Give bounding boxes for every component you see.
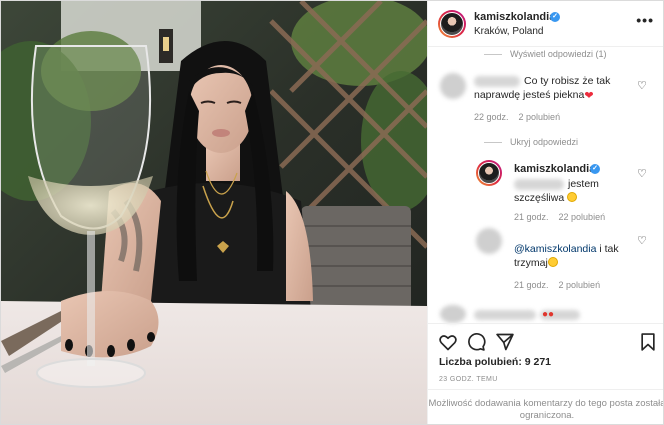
post-location[interactable]: Kraków, Poland <box>474 26 544 37</box>
mention-link[interactable]: @kamiszkolandia <box>514 243 596 255</box>
reply-text-line2-text: szczęśliwa <box>514 192 565 204</box>
instagram-post-window: kamiszkolandia ✓ Kraków, Poland ••• Wyśw… <box>0 0 664 425</box>
comments-restricted-notice: Możliwość dodawania komentarzy do tego p… <box>428 389 663 424</box>
red-heart-emoji-icon: ❤ <box>584 90 594 102</box>
comment-avatar[interactable] <box>440 305 466 323</box>
reply-text-line2: szczęśliwa <box>514 191 578 205</box>
divider-dash <box>484 54 502 56</box>
comment-text: Co ty robisz że tak <box>524 74 646 88</box>
reply2-like-heart-icon[interactable]: ♡ <box>637 236 647 247</box>
comment-username-blurred[interactable] <box>474 76 520 87</box>
reply-avatar[interactable] <box>476 228 502 254</box>
reply2-likes[interactable]: 2 polubień <box>559 280 601 290</box>
comment-avatar[interactable] <box>440 73 466 99</box>
hide-replies-label: Ukryj odpowiedzi <box>510 137 579 147</box>
more-options-icon[interactable]: ••• <box>636 13 654 27</box>
reply-meta: 21 godz. 22 polubień <box>514 212 615 222</box>
divider-dash <box>484 142 502 144</box>
heart-eyes-emoji-icon <box>547 257 558 267</box>
comment-like-heart-icon[interactable]: ♡ <box>637 81 647 92</box>
reply-like-heart-icon[interactable]: ♡ <box>637 169 647 180</box>
reply2-text-line2-text: trzymaj <box>514 257 548 269</box>
heart-icon[interactable] <box>438 332 458 352</box>
reply2-time: 21 godz. <box>514 280 549 290</box>
author-username[interactable]: kamiszkolandia <box>474 11 555 23</box>
comment-text-line2-text: naprawdę jesteś piekna <box>474 89 585 101</box>
likes-count[interactable]: Liczba polubień: 9 271 <box>439 356 551 368</box>
view-replies-label: Wyświetl odpowiedzi (1) <box>510 49 607 59</box>
comment-text-blurred <box>474 310 536 320</box>
bookmark-icon[interactable] <box>638 332 658 352</box>
photo-illustration <box>1 1 427 424</box>
smiling-face-emoji-icon <box>567 192 578 202</box>
comment-icon[interactable] <box>466 332 486 352</box>
reply2-text-line1: @kamiszkolandia i tak <box>514 242 619 256</box>
post-side-panel: kamiszkolandia ✓ Kraków, Poland ••• Wyśw… <box>427 1 663 424</box>
reply-text-blurred <box>514 179 564 190</box>
verified-badge-icon: ✓ <box>550 12 560 22</box>
comment-text-line1: Co ty robisz że tak <box>524 75 611 87</box>
reply-username[interactable]: kamiszkolandia <box>514 163 595 175</box>
post-timestamp[interactable]: 23 GODZ. TEMU <box>439 376 498 383</box>
post-actions-bar <box>428 323 663 359</box>
comment-time: 22 godz. <box>474 112 509 122</box>
reply2-text-line2: trzymaj <box>514 256 558 270</box>
hide-replies-link[interactable]: Ukryj odpowiedzi <box>484 137 578 147</box>
reply-text-line1: jestem <box>568 178 599 190</box>
reply-likes[interactable]: 22 polubień <box>559 212 606 222</box>
comment-text-line2: naprawdę jesteś piekna❤ <box>474 88 594 103</box>
emoji-icons: ●● <box>542 309 555 320</box>
verified-badge-icon: ✓ <box>590 164 600 174</box>
author-avatar[interactable] <box>438 10 466 38</box>
post-photo[interactable] <box>1 1 427 424</box>
reply-time: 21 godz. <box>514 212 549 222</box>
reply2-text-line1-text: i tak <box>596 243 619 255</box>
comment-meta: 22 godz. 2 polubień <box>474 112 570 122</box>
view-replies-link[interactable]: Wyświetl odpowiedzi (1) <box>484 49 606 59</box>
paper-plane-icon[interactable] <box>495 332 515 352</box>
comment-likes[interactable]: 2 polubień <box>519 112 561 122</box>
post-header: kamiszkolandia ✓ Kraków, Poland ••• <box>428 1 663 47</box>
reply2-meta: 21 godz. 2 polubień <box>514 280 610 290</box>
reply-author-avatar[interactable] <box>476 160 502 186</box>
